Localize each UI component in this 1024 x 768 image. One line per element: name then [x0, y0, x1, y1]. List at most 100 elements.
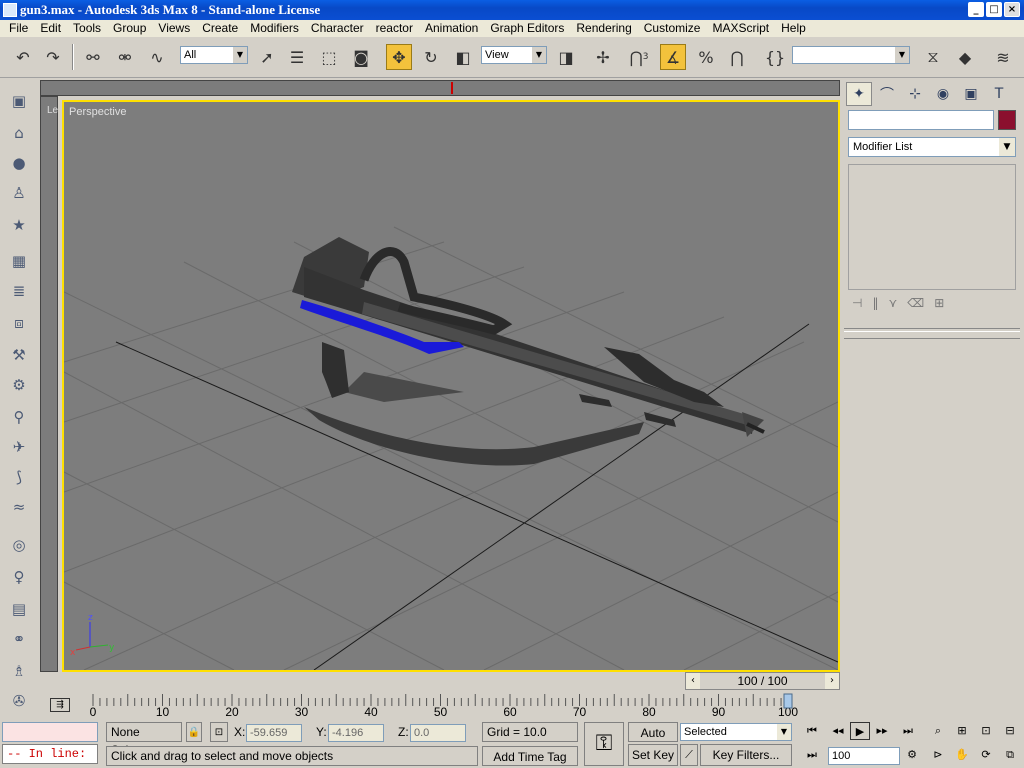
chevron-left-icon[interactable]: ‹: [686, 673, 700, 689]
gear-icon[interactable]: ⚙: [6, 372, 32, 398]
app-icon[interactable]: [3, 3, 17, 17]
edit-named-selection-icon[interactable]: {}: [762, 44, 788, 70]
display-tab-icon[interactable]: ▣: [958, 82, 984, 106]
hierarchy-tab-icon[interactable]: ⊹: [902, 82, 928, 106]
remove-modifier-icon[interactable]: ⌫: [907, 296, 924, 310]
add-time-tag-button[interactable]: Add Time Tag: [482, 746, 578, 766]
bird-icon[interactable]: ✈: [6, 434, 32, 460]
x-coordinate-field[interactable]: -59.659: [246, 724, 302, 742]
top-track-ruler[interactable]: [40, 80, 840, 96]
menu-animation[interactable]: Animation: [419, 20, 484, 37]
undo-icon[interactable]: ↶: [10, 44, 36, 70]
maxscript-prompt[interactable]: -- In line:: [2, 744, 98, 764]
cylinder-icon[interactable]: ⧈: [6, 310, 32, 336]
menu-character[interactable]: Character: [305, 20, 370, 37]
checker-icon[interactable]: ▦: [6, 248, 32, 274]
shapes-tab-icon[interactable]: ⌂: [6, 120, 32, 146]
link-icon[interactable]: ⚭: [6, 626, 32, 652]
set-keys-key-icon[interactable]: ⚿: [584, 722, 624, 766]
selection-filter-dropdown[interactable]: All ▼: [180, 46, 248, 64]
modifier-stack[interactable]: [848, 164, 1016, 290]
next-frame-icon[interactable]: ▸▸: [872, 722, 892, 740]
perspective-viewport[interactable]: Perspective z x y: [62, 100, 840, 672]
rectangular-selection-icon[interactable]: ⬚: [316, 44, 342, 70]
compass-icon[interactable]: ✇: [6, 688, 32, 714]
use-pivot-center-icon[interactable]: ◨: [553, 44, 579, 70]
select-and-link-icon[interactable]: ⚯: [80, 44, 106, 70]
set-key-button[interactable]: Set Key: [628, 744, 678, 766]
sphere-icon[interactable]: ●: [6, 150, 32, 176]
current-frame-field[interactable]: 100: [828, 747, 900, 765]
default-tangent-icon[interactable]: ⟋: [680, 744, 698, 766]
select-and-rotate-icon[interactable]: ↻: [418, 44, 444, 70]
window-crossing-icon[interactable]: ◙: [348, 44, 374, 70]
lights-icon[interactable]: ♙: [6, 180, 32, 206]
snaps-toggle-icon[interactable]: ⋂ 3: [626, 44, 652, 70]
minimize-button[interactable]: _: [968, 2, 984, 17]
lock-selection-icon[interactable]: 🔒: [186, 722, 202, 742]
modify-tab-icon[interactable]: ⌒: [874, 82, 900, 106]
wave-icon[interactable]: ≈: [6, 494, 32, 520]
menu-tools[interactable]: Tools: [67, 20, 107, 37]
menu-graph-editors[interactable]: Graph Editors: [484, 20, 570, 37]
current-frame-indicator[interactable]: [783, 693, 793, 709]
select-by-name-icon[interactable]: ☰: [284, 44, 310, 70]
key-filters-button[interactable]: Key Filters...: [700, 744, 792, 766]
hammer-icon[interactable]: ⚒: [6, 342, 32, 368]
menu-modifiers[interactable]: Modifiers: [244, 20, 305, 37]
track-bar[interactable]: 0 10 20 30 40 50 60 70 80 90 100: [40, 692, 800, 719]
named-selection-sets-dropdown[interactable]: ▼: [792, 46, 910, 64]
maximize-viewport-icon[interactable]: ⧉: [1000, 746, 1020, 764]
zoom-extents-icon[interactable]: ⊡: [976, 722, 996, 740]
key-mode-toggle-icon[interactable]: ⏭: [802, 746, 822, 764]
make-unique-icon[interactable]: ⋎: [888, 296, 897, 310]
go-to-end-icon[interactable]: ⏭: [898, 722, 918, 740]
select-and-scale-icon[interactable]: ◧: [450, 44, 476, 70]
spring-icon[interactable]: ≣: [6, 278, 32, 304]
create-tab-icon[interactable]: ✦: [846, 82, 872, 106]
cloth-icon[interactable]: ▤: [6, 596, 32, 622]
close-button[interactable]: ×: [1004, 2, 1020, 17]
zoom-icon[interactable]: ⌕: [928, 722, 948, 740]
biped-icon[interactable]: ♀: [6, 564, 32, 590]
menu-views[interactable]: Views: [152, 20, 196, 37]
bone-icon[interactable]: ♗: [6, 658, 32, 684]
arc-rotate-icon[interactable]: ⟳: [976, 746, 996, 764]
objects-tab-icon[interactable]: ▣: [6, 88, 32, 114]
menu-group[interactable]: Group: [107, 20, 152, 37]
menu-customize[interactable]: Customize: [638, 20, 707, 37]
zoom-all-icon[interactable]: ⊞: [952, 722, 972, 740]
menu-maxscript[interactable]: MAXScript: [706, 20, 775, 37]
auto-key-button[interactable]: Auto Key: [628, 722, 678, 760]
utilities-tab-icon[interactable]: T: [986, 82, 1012, 106]
object-name-field[interactable]: [848, 110, 994, 130]
helpers-icon[interactable]: ⚲: [6, 404, 32, 430]
wind-icon[interactable]: ⟆: [6, 464, 32, 490]
align-icon[interactable]: ◆: [952, 44, 978, 70]
torus-icon[interactable]: ◎: [6, 532, 32, 558]
y-coordinate-field[interactable]: -4.196: [328, 724, 384, 742]
menu-edit[interactable]: Edit: [34, 20, 67, 37]
mirror-icon[interactable]: ⧖: [920, 44, 946, 70]
layer-manager-icon[interactable]: ≋: [990, 44, 1016, 70]
object-color-swatch[interactable]: [998, 110, 1016, 130]
zoom-extents-all-icon[interactable]: ⊟: [1000, 722, 1020, 740]
spinner-snap-toggle-icon[interactable]: ⋂: [724, 44, 750, 70]
redo-icon[interactable]: ↷: [40, 44, 66, 70]
select-and-move-icon[interactable]: ✥: [386, 44, 412, 70]
maxscript-listener-field[interactable]: [2, 722, 98, 742]
pan-icon[interactable]: ✋: [952, 746, 972, 764]
reference-coordinate-dropdown[interactable]: View ▼: [481, 46, 547, 64]
menu-reactor[interactable]: reactor: [370, 20, 419, 37]
time-slider[interactable]: ‹ 100 / 100 ›: [685, 672, 840, 690]
unlink-selection-icon[interactable]: ⚮: [112, 44, 138, 70]
select-and-manipulate-icon[interactable]: ✢: [590, 44, 616, 70]
field-of-view-icon[interactable]: ⊳: [928, 746, 948, 764]
show-end-result-icon[interactable]: ‖: [872, 296, 878, 310]
key-mode-dropdown[interactable]: Selected ▼: [680, 723, 792, 741]
menu-help[interactable]: Help: [775, 20, 812, 37]
configure-modifier-sets-icon[interactable]: ⊞: [934, 296, 944, 310]
star-icon[interactable]: ★: [6, 212, 32, 238]
motion-tab-icon[interactable]: ◉: [930, 82, 956, 106]
maximize-button[interactable]: □: [986, 2, 1002, 17]
